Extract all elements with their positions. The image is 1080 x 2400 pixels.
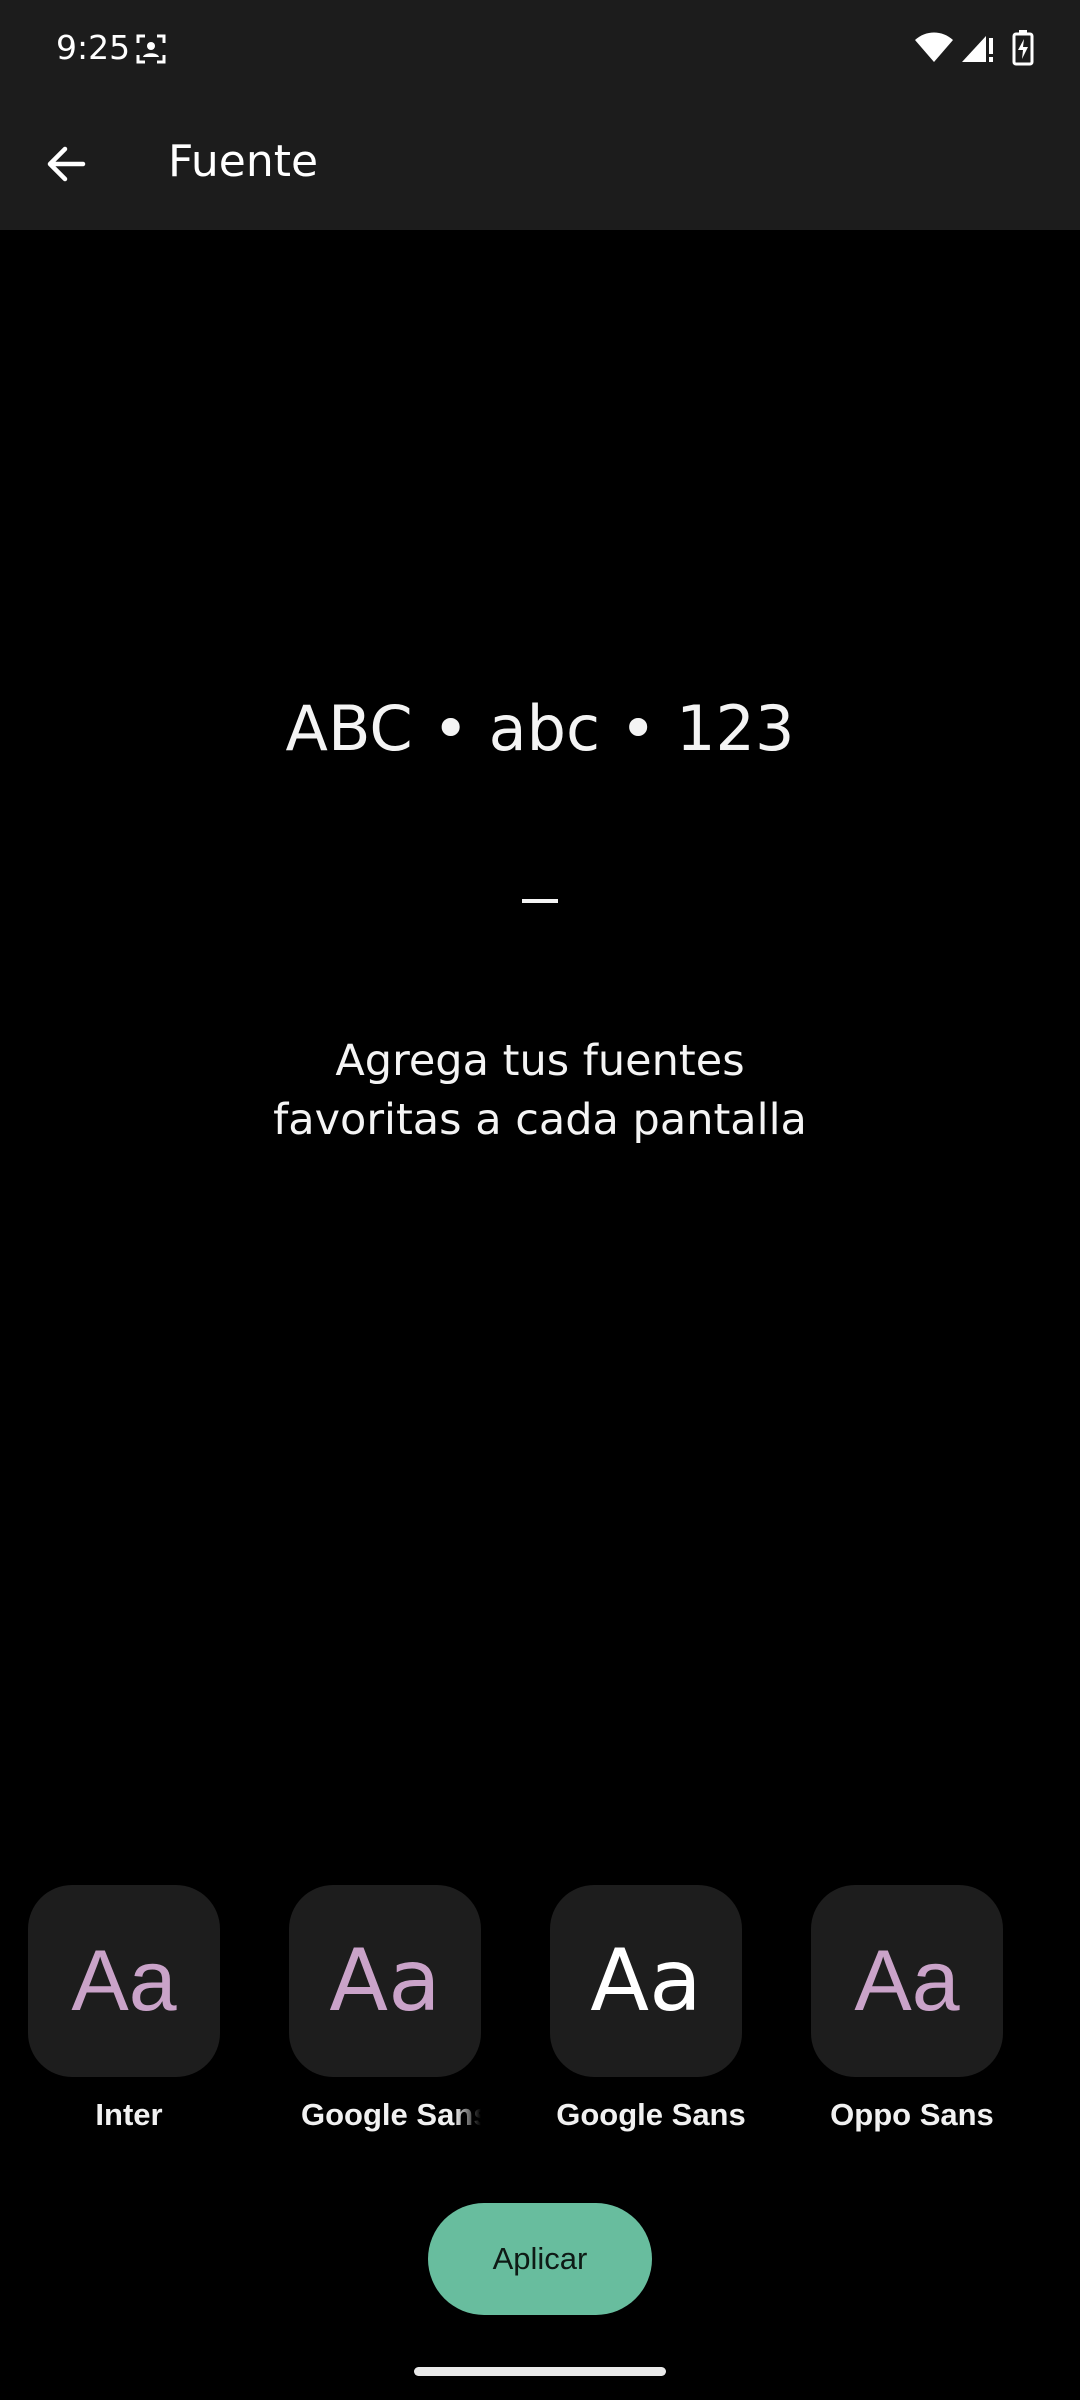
font-options-list: Aa Inter Aa Google Sans Aa Google Sans A… [0,1885,1080,2145]
apply-button[interactable]: Aplicar [428,2203,652,2315]
status-icons [914,30,1044,70]
arrow-back-icon [45,143,87,189]
preview-caption-line-1: Agrega tus fuentes [335,1036,745,1086]
font-option-label: Oppo Sans [830,2097,994,2132]
battery-charging-icon [1012,30,1034,70]
font-option-label: Google Sans [301,2097,481,2132]
back-button[interactable] [28,128,104,204]
wifi-icon [914,32,954,68]
font-option-tile[interactable]: Aa [811,1885,1003,2077]
font-option-oppo-sans[interactable]: Aa Oppo Sans [797,1885,1027,2133]
screenshot-icon [136,34,166,64]
font-option-google-sans-1[interactable]: Aa Google Sans [275,1885,505,2133]
signal-icon [960,32,994,68]
font-option-tile[interactable]: Aa [289,1885,481,2077]
preview-caption-line-2: favoritas a cada pantalla [273,1095,807,1145]
font-option-label: Google Sans [556,2097,746,2132]
font-option-tile-selected[interactable]: Aa [550,1885,742,2077]
font-option-inter[interactable]: Aa Inter [14,1885,244,2133]
font-option-label: Inter [95,2097,163,2132]
preview-sample-text: ABC • abc • 123 [285,692,795,765]
app-bar: Fuente [0,100,1080,230]
status-time: 9:25 [56,28,131,67]
gesture-nav-handle[interactable] [414,2367,666,2376]
preview-caption: Agrega tus fuentes favoritas a cada pant… [0,1032,1080,1150]
preview-divider [522,899,558,903]
status-bar: 9:25 [0,0,1080,100]
font-option-tile[interactable]: Aa [28,1885,220,2077]
page-title: Fuente [168,136,319,187]
font-option-google-sans-2[interactable]: Aa Google Sans [536,1885,766,2133]
